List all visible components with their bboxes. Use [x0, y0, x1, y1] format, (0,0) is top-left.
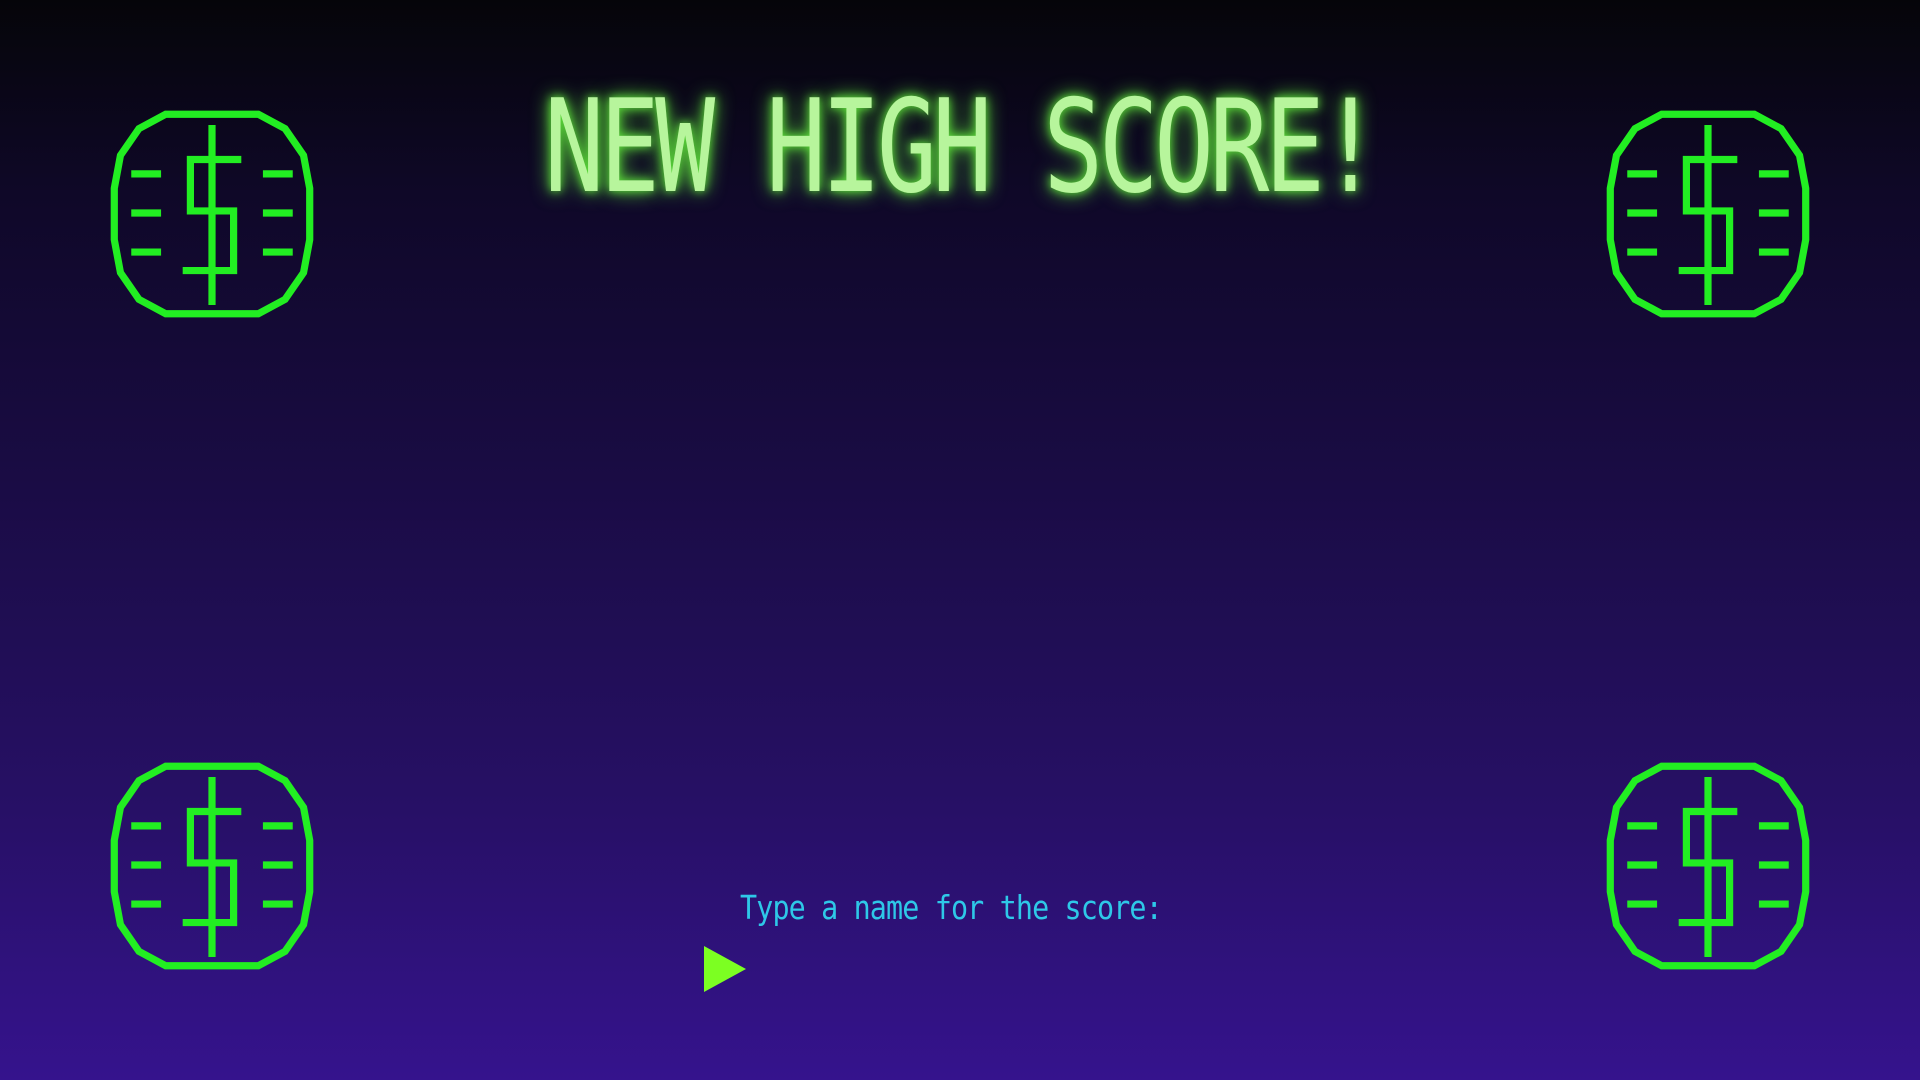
dollar-coin-icon [1600, 106, 1816, 322]
dollar-coin-icon [1600, 758, 1816, 974]
dollar-coin-icon [104, 106, 320, 322]
high-score-screen: NEW HIGH SCORE! Type a name for the scor… [0, 0, 1920, 1080]
high-score-title: NEW HIGH SCORE! [544, 73, 1380, 222]
player-name-input[interactable] [700, 944, 1300, 998]
name-prompt-label: Type a name for the score: [740, 888, 1163, 927]
triangle-right-icon [704, 946, 746, 992]
dollar-coin-icon [104, 758, 320, 974]
